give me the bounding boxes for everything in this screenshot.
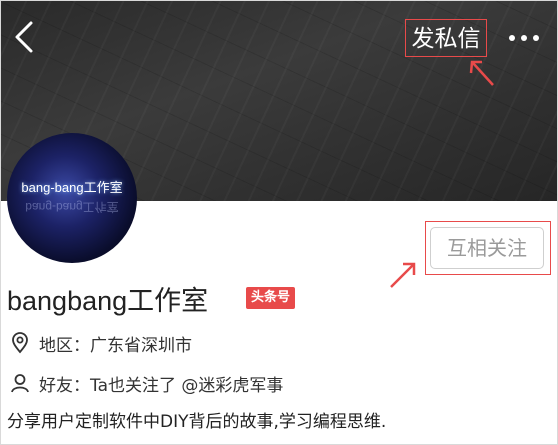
- profile-name: bangbang工作室: [7, 286, 209, 316]
- user-icon: [9, 372, 31, 394]
- avatar[interactable]: bang-bang工作室 bang-bang工作室: [7, 133, 137, 263]
- avatar-text-reflection: bang-bang工作室: [25, 200, 119, 214]
- annotation-arrow-icon: [390, 262, 416, 288]
- friends-row[interactable]: 好友： Ta也关注了 @迷彩虎军事: [9, 370, 283, 396]
- chevron-left-icon: [15, 21, 33, 53]
- location-pin-icon: [9, 332, 31, 354]
- region-row: 地区： 广东省深圳市: [9, 330, 192, 356]
- annotation-arrow-icon: [469, 60, 494, 86]
- toutiao-badge: 头条号: [246, 287, 296, 309]
- friends-label: 好友：: [39, 375, 90, 396]
- send-message-button[interactable]: 发私信: [405, 19, 487, 57]
- avatar-text: bang-bang工作室: [21, 180, 123, 195]
- region-value: 广东省深圳市: [90, 335, 192, 356]
- back-button[interactable]: [7, 19, 41, 55]
- region-label: 地区：: [39, 335, 90, 356]
- profile-bio: 分享用户定制软件中DIY背后的故事,学习编程思维.: [7, 412, 387, 432]
- more-dots-icon[interactable]: [501, 23, 547, 53]
- mutual-follow-button[interactable]: 互相关注: [430, 227, 544, 269]
- friends-value[interactable]: Ta也关注了 @迷彩虎军事: [90, 371, 283, 396]
- profile-screen: 发私信 bang-bang工作室 bang-bang工作室 互相关注 bangb…: [0, 0, 558, 445]
